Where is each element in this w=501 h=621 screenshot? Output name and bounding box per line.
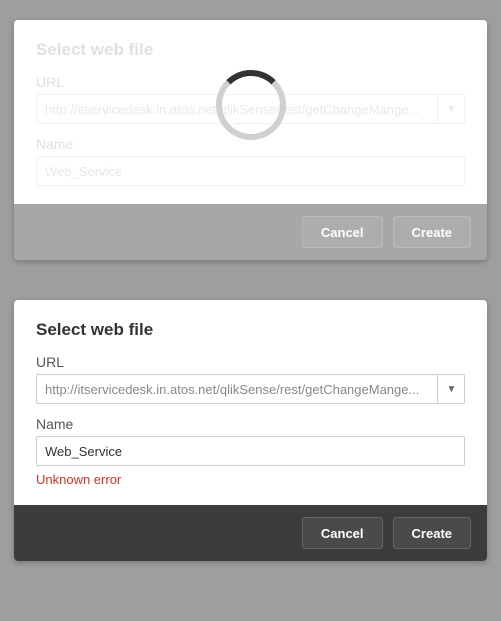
- select-web-file-dialog-loading: Select web file URL http://itservicedesk…: [14, 20, 487, 260]
- url-label: URL: [36, 74, 465, 90]
- url-select[interactable]: http://itservicedesk.in.atos.net/qlikSen…: [36, 374, 465, 404]
- url-select[interactable]: http://itservicedesk.in.atos.net/qlikSen…: [36, 94, 465, 124]
- url-label: URL: [36, 354, 465, 370]
- create-button[interactable]: Create: [393, 216, 471, 248]
- name-input[interactable]: [36, 156, 465, 186]
- name-input[interactable]: [36, 436, 465, 466]
- url-select-value: http://itservicedesk.in.atos.net/qlikSen…: [36, 94, 465, 124]
- dialog-body: Select web file URL http://itservicedesk…: [14, 300, 487, 505]
- dialog-title: Select web file: [36, 320, 465, 340]
- name-label: Name: [36, 416, 465, 432]
- cancel-button[interactable]: Cancel: [302, 517, 383, 549]
- cancel-button[interactable]: Cancel: [302, 216, 383, 248]
- chevron-down-icon: ▼: [437, 94, 465, 124]
- create-button[interactable]: Create: [393, 517, 471, 549]
- error-message: Unknown error: [36, 472, 465, 487]
- select-web-file-dialog-error: Select web file URL http://itservicedesk…: [14, 300, 487, 561]
- name-label: Name: [36, 136, 465, 152]
- dialog-footer: Cancel Create: [14, 204, 487, 260]
- url-select-value: http://itservicedesk.in.atos.net/qlikSen…: [36, 374, 465, 404]
- chevron-down-icon: ▼: [437, 374, 465, 404]
- dialog-title: Select web file: [36, 40, 465, 60]
- dialog-body: Select web file URL http://itservicedesk…: [14, 20, 487, 204]
